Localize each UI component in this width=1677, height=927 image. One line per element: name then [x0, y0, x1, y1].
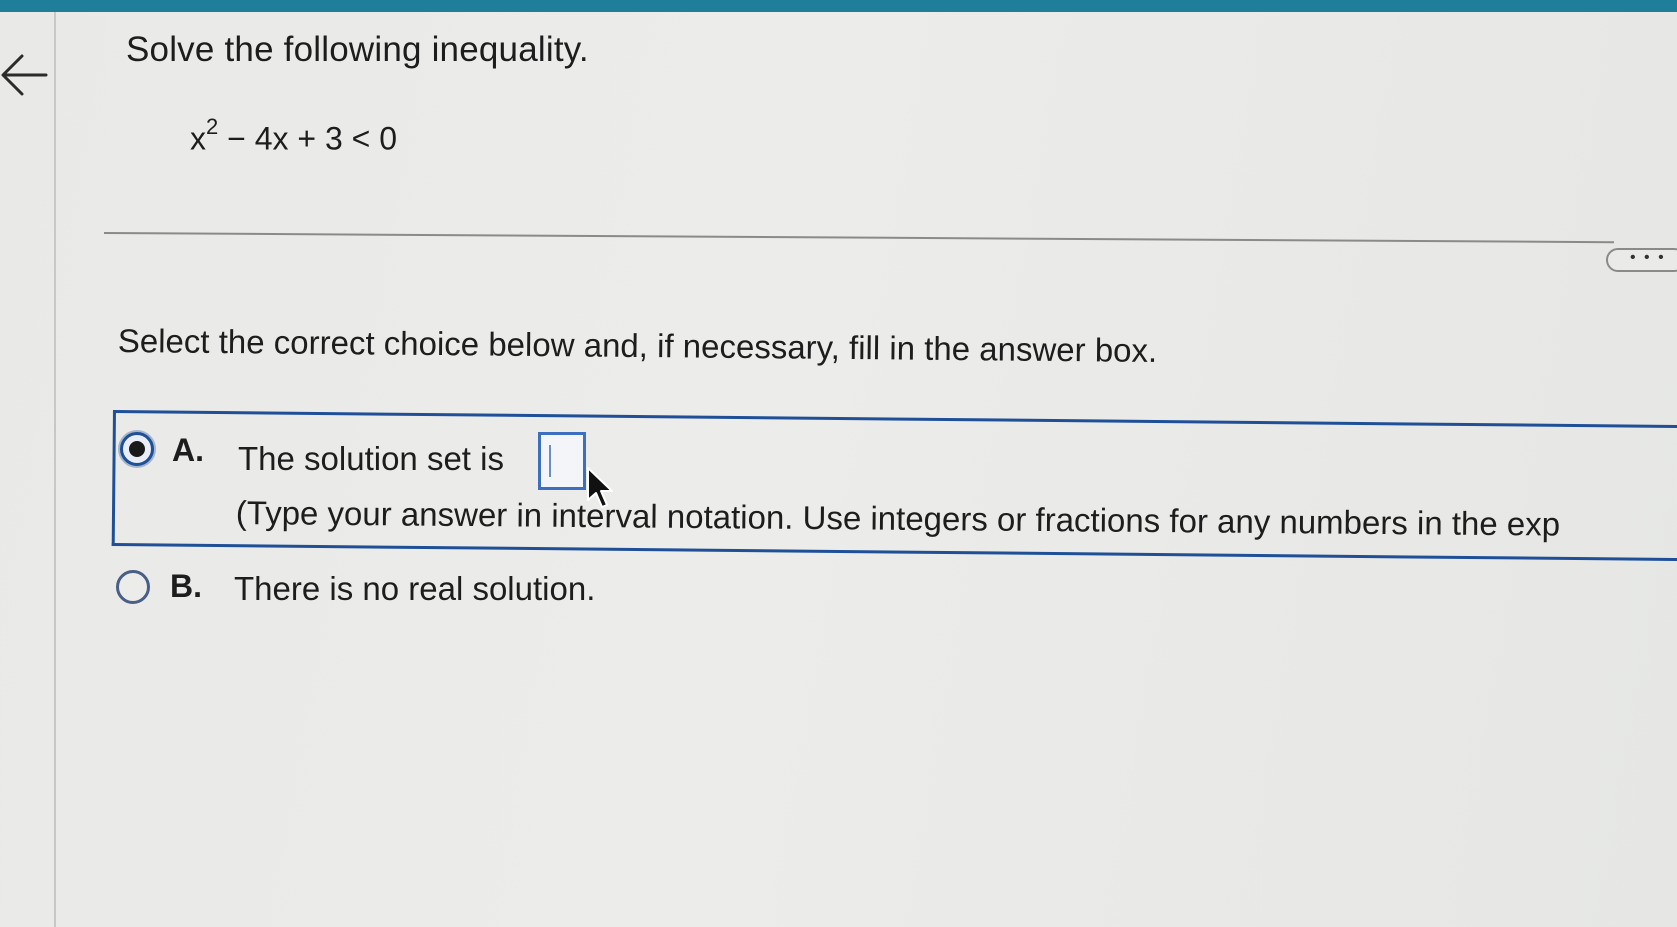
- inequality-equation: x2 − 4x + 3 < 0: [190, 114, 398, 158]
- mouse-pointer-icon: [587, 467, 613, 508]
- equation-exponent: 2: [206, 114, 219, 139]
- equation-base: x: [190, 120, 206, 157]
- text-caret: [549, 445, 551, 477]
- top-bar: [0, 0, 1677, 12]
- equation-rest: − 4x + 3 < 0: [227, 120, 398, 157]
- choice-a-text: The solution set is: [238, 440, 504, 477]
- question-title: Solve the following inequality.: [126, 30, 589, 69]
- choice-b-radio[interactable]: [116, 570, 150, 604]
- left-rail: [54, 12, 56, 927]
- choice-a-radio[interactable]: [120, 432, 154, 466]
- solution-set-answer-input[interactable]: [538, 432, 586, 490]
- section-divider: [103, 232, 1614, 244]
- back-button[interactable]: [0, 50, 52, 98]
- choice-b-text[interactable]: There is no real solution.: [234, 570, 595, 608]
- more-options-button[interactable]: • • •: [1606, 248, 1677, 272]
- instructions-text: Select the correct choice below and, if …: [117, 322, 1158, 369]
- choice-b-letter: B.: [170, 568, 202, 604]
- radio-selected-dot: [129, 441, 145, 457]
- arrow-left-icon: [1, 54, 48, 96]
- choice-a-letter: A.: [172, 432, 204, 468]
